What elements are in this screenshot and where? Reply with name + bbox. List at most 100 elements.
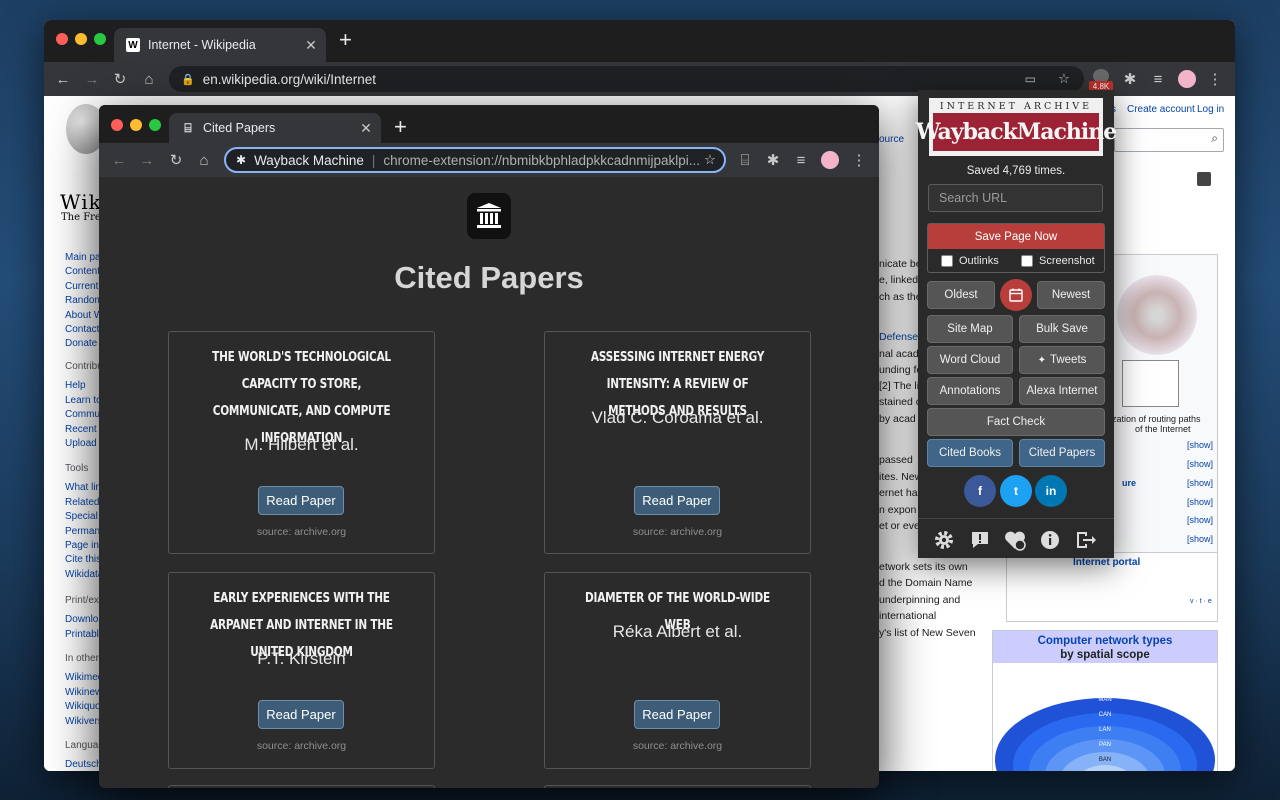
tab-wikipedia[interactable]: W Internet - Wikipedia ✕ <box>114 28 326 62</box>
show-toggle[interactable]: [show] <box>1187 534 1213 544</box>
back-arrow-icon[interactable]: ← <box>107 143 131 177</box>
save-page-now-button[interactable]: Save Page Now <box>928 224 1104 249</box>
close-tab-icon[interactable]: ✕ <box>355 120 377 137</box>
show-toggle[interactable]: [show] <box>1187 515 1213 525</box>
sidebar-link[interactable]: About W <box>65 309 103 323</box>
paper-card <box>168 785 435 788</box>
url-text: chrome-extension://nbmibkbphladpkkcadnmi… <box>383 152 701 168</box>
profile-avatar[interactable] <box>1178 70 1196 88</box>
oldest-button[interactable]: Oldest <box>927 281 995 309</box>
zoom-window-button[interactable] <box>149 119 161 131</box>
read-paper-button[interactable]: Read Paper <box>634 700 720 729</box>
minimize-window-button[interactable] <box>130 119 142 131</box>
media-queue-icon[interactable]: ≡ <box>1146 62 1170 96</box>
sidebar-link[interactable]: Main pa <box>65 251 103 265</box>
log-in-link[interactable]: Log in <box>1197 104 1224 115</box>
newest-button[interactable]: Newest <box>1037 281 1105 309</box>
create-account-link[interactable]: Create account <box>1127 104 1195 115</box>
address-bar[interactable]: 🔒 en.wikipedia.org/wiki/Internet ▭ ☆ <box>169 66 1084 92</box>
omnibox-origin-label: Wayback Machine <box>254 152 364 168</box>
tab-cited-papers[interactable]: ⌸ Cited Papers ✕ <box>169 113 381 143</box>
bulk-save-button[interactable]: Bulk Save <box>1019 315 1105 343</box>
internet-map-image[interactable] <box>1117 275 1197 355</box>
media-queue-icon[interactable]: ≡ <box>789 143 813 177</box>
sidebar-link[interactable]: Wikimed <box>65 671 103 685</box>
tweets-button[interactable]: ✦ Tweets <box>1019 346 1105 374</box>
logout-icon[interactable] <box>1073 527 1099 553</box>
home-icon[interactable]: ⌂ <box>192 143 216 177</box>
read-paper-button[interactable]: Read Paper <box>634 486 720 515</box>
zoom-window-button[interactable] <box>94 33 106 45</box>
ring-label-lan: LAN <box>1099 727 1111 733</box>
read-paper-button[interactable]: Read Paper <box>258 486 344 515</box>
checkbox-icon[interactable] <box>941 255 953 267</box>
reload-icon[interactable]: ↻ <box>164 143 188 177</box>
close-window-button[interactable] <box>111 119 123 131</box>
cited-books-button[interactable]: Cited Books <box>927 439 1013 467</box>
wayback-extension-icon[interactable]: ⌸ <box>733 143 757 177</box>
profile-avatar[interactable] <box>821 151 839 169</box>
back-arrow-icon[interactable]: ← <box>51 62 75 96</box>
annotations-button[interactable]: Annotations <box>927 377 1013 405</box>
facebook-share-icon[interactable]: f <box>964 475 996 507</box>
wayback-machine-logo[interactable]: INTERNET ARCHIVE WaybackMachine <box>916 98 1117 156</box>
feedback-icon[interactable] <box>967 527 993 553</box>
close-window-button[interactable] <box>56 33 68 45</box>
sidebar-link[interactable]: Wikiquo <box>65 700 103 714</box>
settings-gear-icon[interactable] <box>931 527 957 553</box>
view-source-tab[interactable]: ource <box>879 134 904 145</box>
show-toggle[interactable]: [show] <box>1187 459 1213 469</box>
linkedin-share-icon[interactable]: in <box>1035 475 1067 507</box>
forward-arrow-icon[interactable]: → <box>135 143 159 177</box>
sidebar-link[interactable]: Current <box>65 280 103 294</box>
screenshot-checkbox[interactable]: Screenshot <box>1021 255 1095 267</box>
search-icon[interactable]: ⌕ <box>1211 131 1218 146</box>
sidebar-link[interactable]: Wikivers <box>65 715 103 729</box>
close-tab-icon[interactable]: ✕ <box>300 37 322 54</box>
new-tab-button[interactable]: + <box>339 29 352 51</box>
sidebar-link[interactable]: Wikinew <box>65 686 103 700</box>
word-cloud-button[interactable]: Word Cloud <box>927 346 1013 374</box>
cast-icon[interactable]: ▭ <box>1025 72 1036 86</box>
donate-heart-icon[interactable] <box>1002 527 1028 553</box>
vte-links[interactable]: v · t · e <box>1190 598 1212 605</box>
checkbox-icon[interactable] <box>1021 255 1033 267</box>
new-tab-button[interactable]: + <box>394 116 407 138</box>
infobox-link[interactable]: ure <box>1122 478 1136 488</box>
alexa-internet-button[interactable]: Alexa Internet <box>1019 377 1105 405</box>
extensions-puzzle-icon[interactable]: ✱ <box>761 143 785 177</box>
sidebar-link[interactable]: Random <box>65 294 103 308</box>
calendar-button[interactable] <box>1000 279 1032 311</box>
menu-dots-icon[interactable]: ⋮ <box>847 143 871 177</box>
show-toggle[interactable]: [show] <box>1187 440 1213 450</box>
minimize-window-button[interactable] <box>75 33 87 45</box>
show-toggle[interactable]: [show] <box>1187 478 1213 488</box>
show-toggle[interactable]: [show] <box>1187 497 1213 507</box>
bookmark-star-icon[interactable]: ☆ <box>699 152 716 168</box>
menu-dots-icon[interactable]: ⋮ <box>1203 62 1227 96</box>
forward-arrow-icon[interactable]: → <box>80 62 104 96</box>
reload-icon[interactable]: ↻ <box>108 62 132 96</box>
home-icon[interactable]: ⌂ <box>137 62 161 96</box>
read-paper-button[interactable]: Read Paper <box>258 700 344 729</box>
tweets-label: Tweets <box>1049 354 1087 366</box>
extensions-puzzle-icon[interactable]: ✱ <box>1118 62 1142 96</box>
network-box-title[interactable]: Computer network types <box>993 635 1217 647</box>
bookmark-star-icon[interactable]: ☆ <box>1058 71 1070 87</box>
about-info-icon[interactable] <box>1037 527 1063 553</box>
fact-check-button[interactable]: Fact Check <box>927 408 1105 436</box>
twitter-share-icon[interactable]: t <box>1000 475 1032 507</box>
search-url-input[interactable]: Search URL <box>928 184 1103 212</box>
outlinks-checkbox[interactable]: Outlinks <box>941 255 999 267</box>
site-map-button[interactable]: Site Map <box>927 315 1013 343</box>
sidebar-link[interactable]: Content <box>65 265 103 279</box>
cited-papers-button[interactable]: Cited Papers <box>1019 439 1105 467</box>
article-text: et or eve <box>879 520 920 532</box>
wiki-search-input[interactable]: ⌕ <box>1114 128 1224 152</box>
wayback-extension-icon[interactable]: 4.8K <box>1089 67 1113 92</box>
sidebar-link[interactable]: Donate <box>65 337 103 351</box>
internet-map-inset <box>1122 360 1179 407</box>
address-bar[interactable]: ✱ Wayback Machine | chrome-extension://n… <box>224 147 726 173</box>
sidebar-link[interactable]: Contact <box>65 323 103 337</box>
article-link[interactable]: Defense <box>879 329 918 345</box>
